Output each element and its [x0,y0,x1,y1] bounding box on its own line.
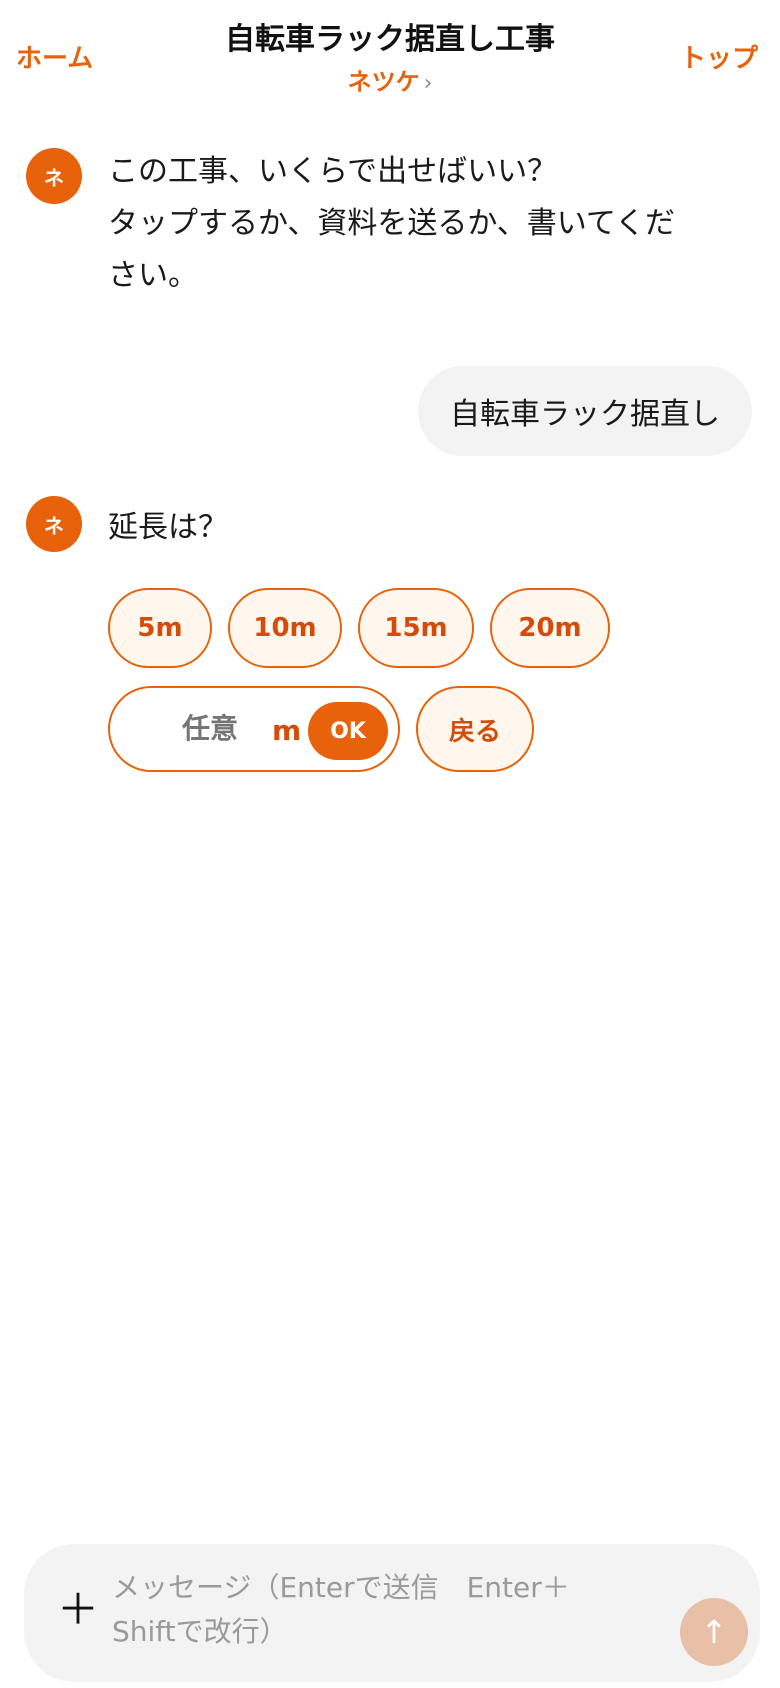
unit-label: m [272,714,302,747]
ok-button[interactable]: OK [308,702,388,760]
assistant-name: ネツケ [347,68,420,96]
option-20m-button[interactable]: 20m [490,588,610,668]
message-line: タップするか、資料を送るか、書いてくだ [108,206,675,241]
assistant-avatar: ネ [26,148,82,204]
message-composer: ＋ ↑ [24,1544,760,1682]
plus-icon[interactable]: ＋ [52,1584,104,1636]
custom-length-field: m OK [108,686,400,772]
back-button[interactable]: 戻る [416,686,534,772]
assistant-message: この工事、いくらで出せばいい？ タップするか、資料を送るか、書いてくだ さい。 [108,146,738,302]
page-title: 自転車ラック据直し工事 [225,22,555,57]
option-10m-button[interactable]: 10m [228,588,342,668]
custom-length-input[interactable] [150,712,270,745]
arrow-up-icon: ↑ [700,1613,728,1651]
assistant-message: 延長は？ [108,510,228,545]
assistant-avatar: ネ [26,496,82,552]
header: ホーム 自転車ラック据直し工事 ネツケ › トップ [0,0,780,110]
assistant-name-link[interactable]: ネツケ › [0,62,780,97]
message-line: さい。 [108,258,198,293]
chevron-right-icon: › [423,71,433,96]
chat-page: ホーム 自転車ラック据直し工事 ネツケ › トップ ネ この工事、いくらで出せばい… [0,0,780,1688]
option-15m-button[interactable]: 15m [358,588,474,668]
user-message: 自転車ラック据直し [418,366,752,456]
message-input[interactable] [112,1566,632,1662]
message-line: この工事、いくらで出せばいい？ [108,154,558,189]
send-button[interactable]: ↑ [680,1598,748,1666]
option-5m-button[interactable]: 5m [108,588,212,668]
top-link[interactable]: トップ [680,38,758,75]
